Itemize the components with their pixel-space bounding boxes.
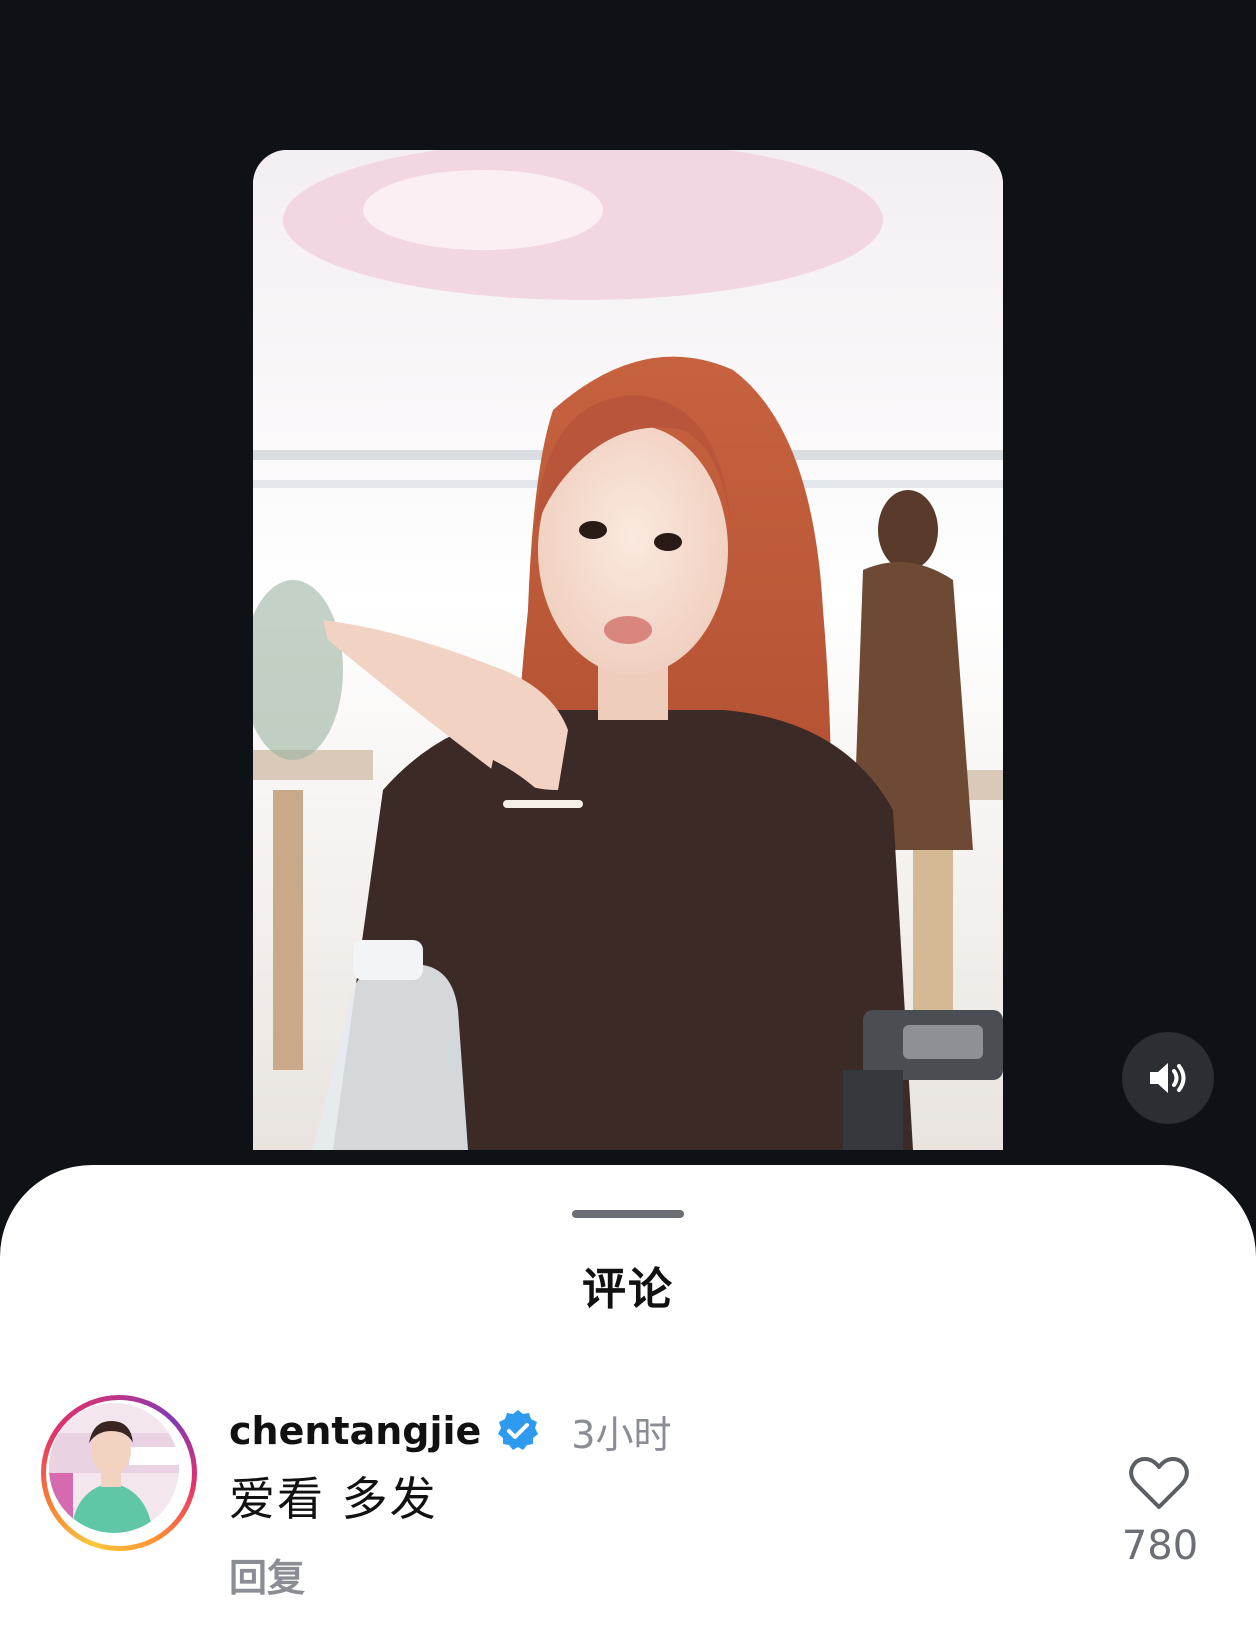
verified-badge-icon — [498, 1410, 539, 1450]
comment-item: chentangjie 3小时 爱看 多发 回复 780 — [0, 1395, 1256, 1625]
story-viewer: 评论 chentangjie 3小时 爱看 多发 回复 780 — [0, 0, 1256, 1650]
avatar-story-ring[interactable] — [41, 1395, 197, 1551]
like-count: 780 — [1121, 1523, 1199, 1569]
reply-button[interactable]: 回复 — [229, 1547, 305, 1602]
mute-button[interactable] — [1122, 1032, 1214, 1124]
comment-text: 爱看 多发 — [229, 1472, 438, 1526]
comment-timestamp: 3小时 — [571, 1412, 672, 1457]
sheet-title: 评论 — [582, 1264, 674, 1315]
avatar-image — [49, 1403, 179, 1533]
post-photo[interactable] — [253, 150, 1003, 1150]
comment-header: chentangjie 3小时 — [229, 1403, 671, 1459]
heart-outline-icon[interactable] — [1128, 1455, 1190, 1511]
drag-handle[interactable] — [572, 1210, 684, 1218]
post-image — [253, 150, 1003, 1150]
comments-sheet: 评论 chentangjie 3小时 爱看 多发 回复 780 — [0, 1165, 1256, 1650]
avatar — [49, 1403, 179, 1533]
speaker-on-icon — [1150, 1063, 1186, 1093]
username[interactable]: chentangjie — [229, 1409, 481, 1453]
